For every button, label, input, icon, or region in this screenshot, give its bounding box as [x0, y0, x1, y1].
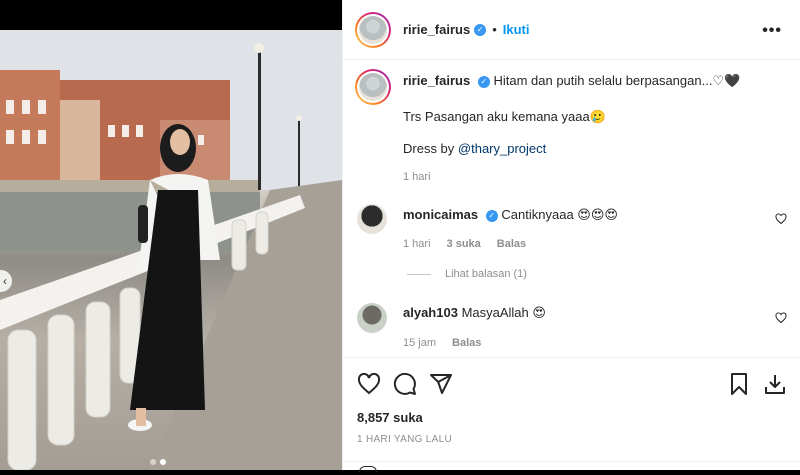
caption-username[interactable]: ririe_fairus — [403, 73, 470, 88]
heart-icon[interactable] — [775, 312, 787, 324]
author-username[interactable]: ririe_fairus — [403, 22, 470, 37]
post-timestamp: 1 HARI YANG LALU — [357, 434, 453, 445]
comment-meta: 15 jam Balas — [403, 337, 481, 349]
modal-backdrop-bottom — [0, 470, 800, 475]
caption-time: 1 hari — [403, 171, 431, 183]
caption-line: Trs Pasangan aku kemana yaaa🥲 — [403, 109, 606, 124]
post-header: ririe_fairus ✓ • Ikuti ••• — [343, 0, 800, 60]
comment-icon[interactable] — [393, 372, 417, 396]
caption-avatar[interactable] — [355, 69, 391, 105]
view-replies-label: Lihat balasan (1) — [445, 268, 527, 280]
heart-icon[interactable] — [357, 372, 381, 396]
comment-item: monicaimas ✓ Cantiknyaaa 😍😍😍 — [403, 207, 618, 223]
comment-avatar[interactable] — [357, 303, 387, 333]
mention-link[interactable]: @thary_project — [458, 141, 546, 156]
emoji-icon[interactable] — [359, 466, 377, 472]
more-icon[interactable]: ••• — [762, 22, 782, 40]
caption-credit-prefix: Dress by — [403, 141, 458, 156]
comment-avatar[interactable] — [357, 204, 387, 234]
view-replies-button[interactable]: Lihat balasan (1) — [407, 268, 527, 280]
divider — [343, 461, 800, 462]
heart-icon[interactable] — [775, 213, 787, 225]
comment-username[interactable]: alyah103 — [403, 305, 458, 320]
caption-credit: Dress by @thary_project — [403, 141, 546, 156]
comment-text: MasyaAllah 😍 — [461, 305, 546, 320]
comment-username[interactable]: monicaimas — [403, 207, 478, 222]
reply-button[interactable]: Balas — [497, 238, 526, 250]
like-count[interactable]: 8,857 suka — [357, 410, 423, 425]
comment-likes[interactable]: 3 suka — [447, 238, 481, 250]
verified-badge-icon: ✓ — [485, 209, 498, 222]
follow-button[interactable]: Ikuti — [503, 22, 530, 37]
chevron-left-icon: ‹ — [3, 274, 7, 288]
caption-text: Hitam dan putih selalu berpasangan...♡🖤 — [493, 73, 741, 88]
photo-illustration — [0, 30, 342, 470]
comment-text: Cantiknyaaa 😍😍😍 — [501, 207, 618, 222]
bookmark-icon[interactable] — [727, 372, 751, 396]
carousel-dot — [150, 459, 156, 465]
author-avatar[interactable] — [355, 11, 391, 48]
comment-time: 15 jam — [403, 337, 437, 349]
post-photo[interactable]: ‹ — [0, 30, 342, 470]
caption: ririe_fairus ✓ Hitam dan putih selalu be… — [403, 73, 783, 89]
share-icon[interactable] — [429, 372, 453, 396]
modal-backdrop — [0, 0, 342, 30]
carousel-indicator — [150, 459, 166, 465]
post-actions: 8,857 suka 1 HARI YANG LALU — [343, 357, 800, 472]
comment-time: 1 hari — [403, 238, 431, 250]
reply-button[interactable]: Balas — [452, 337, 481, 349]
carousel-dot-active — [160, 459, 166, 465]
comment-item: alyah103 MasyaAllah 😍 — [403, 305, 546, 321]
header-separator: • — [492, 22, 497, 37]
comments-list[interactable]: ririe_fairus ✓ Hitam dan putih selalu be… — [343, 61, 800, 356]
verified-badge-icon: ✓ — [474, 23, 487, 36]
post-details-panel: ririe_fairus ✓ • Ikuti ••• ririe_fairus … — [342, 0, 800, 472]
download-icon[interactable] — [763, 372, 787, 396]
comment-meta: 1 hari 3 suka Balas — [403, 238, 526, 250]
verified-badge-icon: ✓ — [477, 75, 490, 88]
